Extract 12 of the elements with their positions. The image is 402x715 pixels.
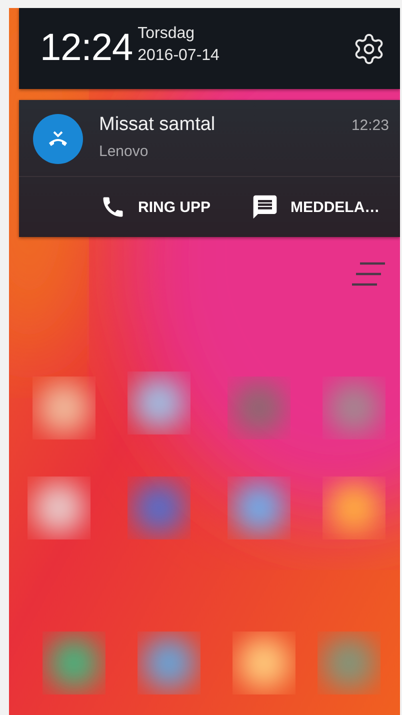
clock-time: 12:24	[40, 27, 133, 70]
notification-action[interactable]: MEDDELA…	[250, 193, 380, 221]
missed-call-icon	[48, 131, 68, 147]
caller-name: Lenovo	[99, 143, 150, 160]
weekday-label: Torsdag	[138, 24, 196, 42]
notification-time: 12:23	[351, 117, 389, 134]
menu-icon[interactable]	[352, 262, 386, 286]
notification-card[interactable]: Missat samtal 12:23 Lenovo RING UPP MEDDELA…	[19, 100, 400, 237]
message-icon	[250, 193, 279, 221]
notification-title: Missat samtal	[99, 114, 216, 136]
date-label: 2016-07-14	[138, 46, 220, 64]
notification-action[interactable]: RING UPP	[100, 194, 211, 220]
